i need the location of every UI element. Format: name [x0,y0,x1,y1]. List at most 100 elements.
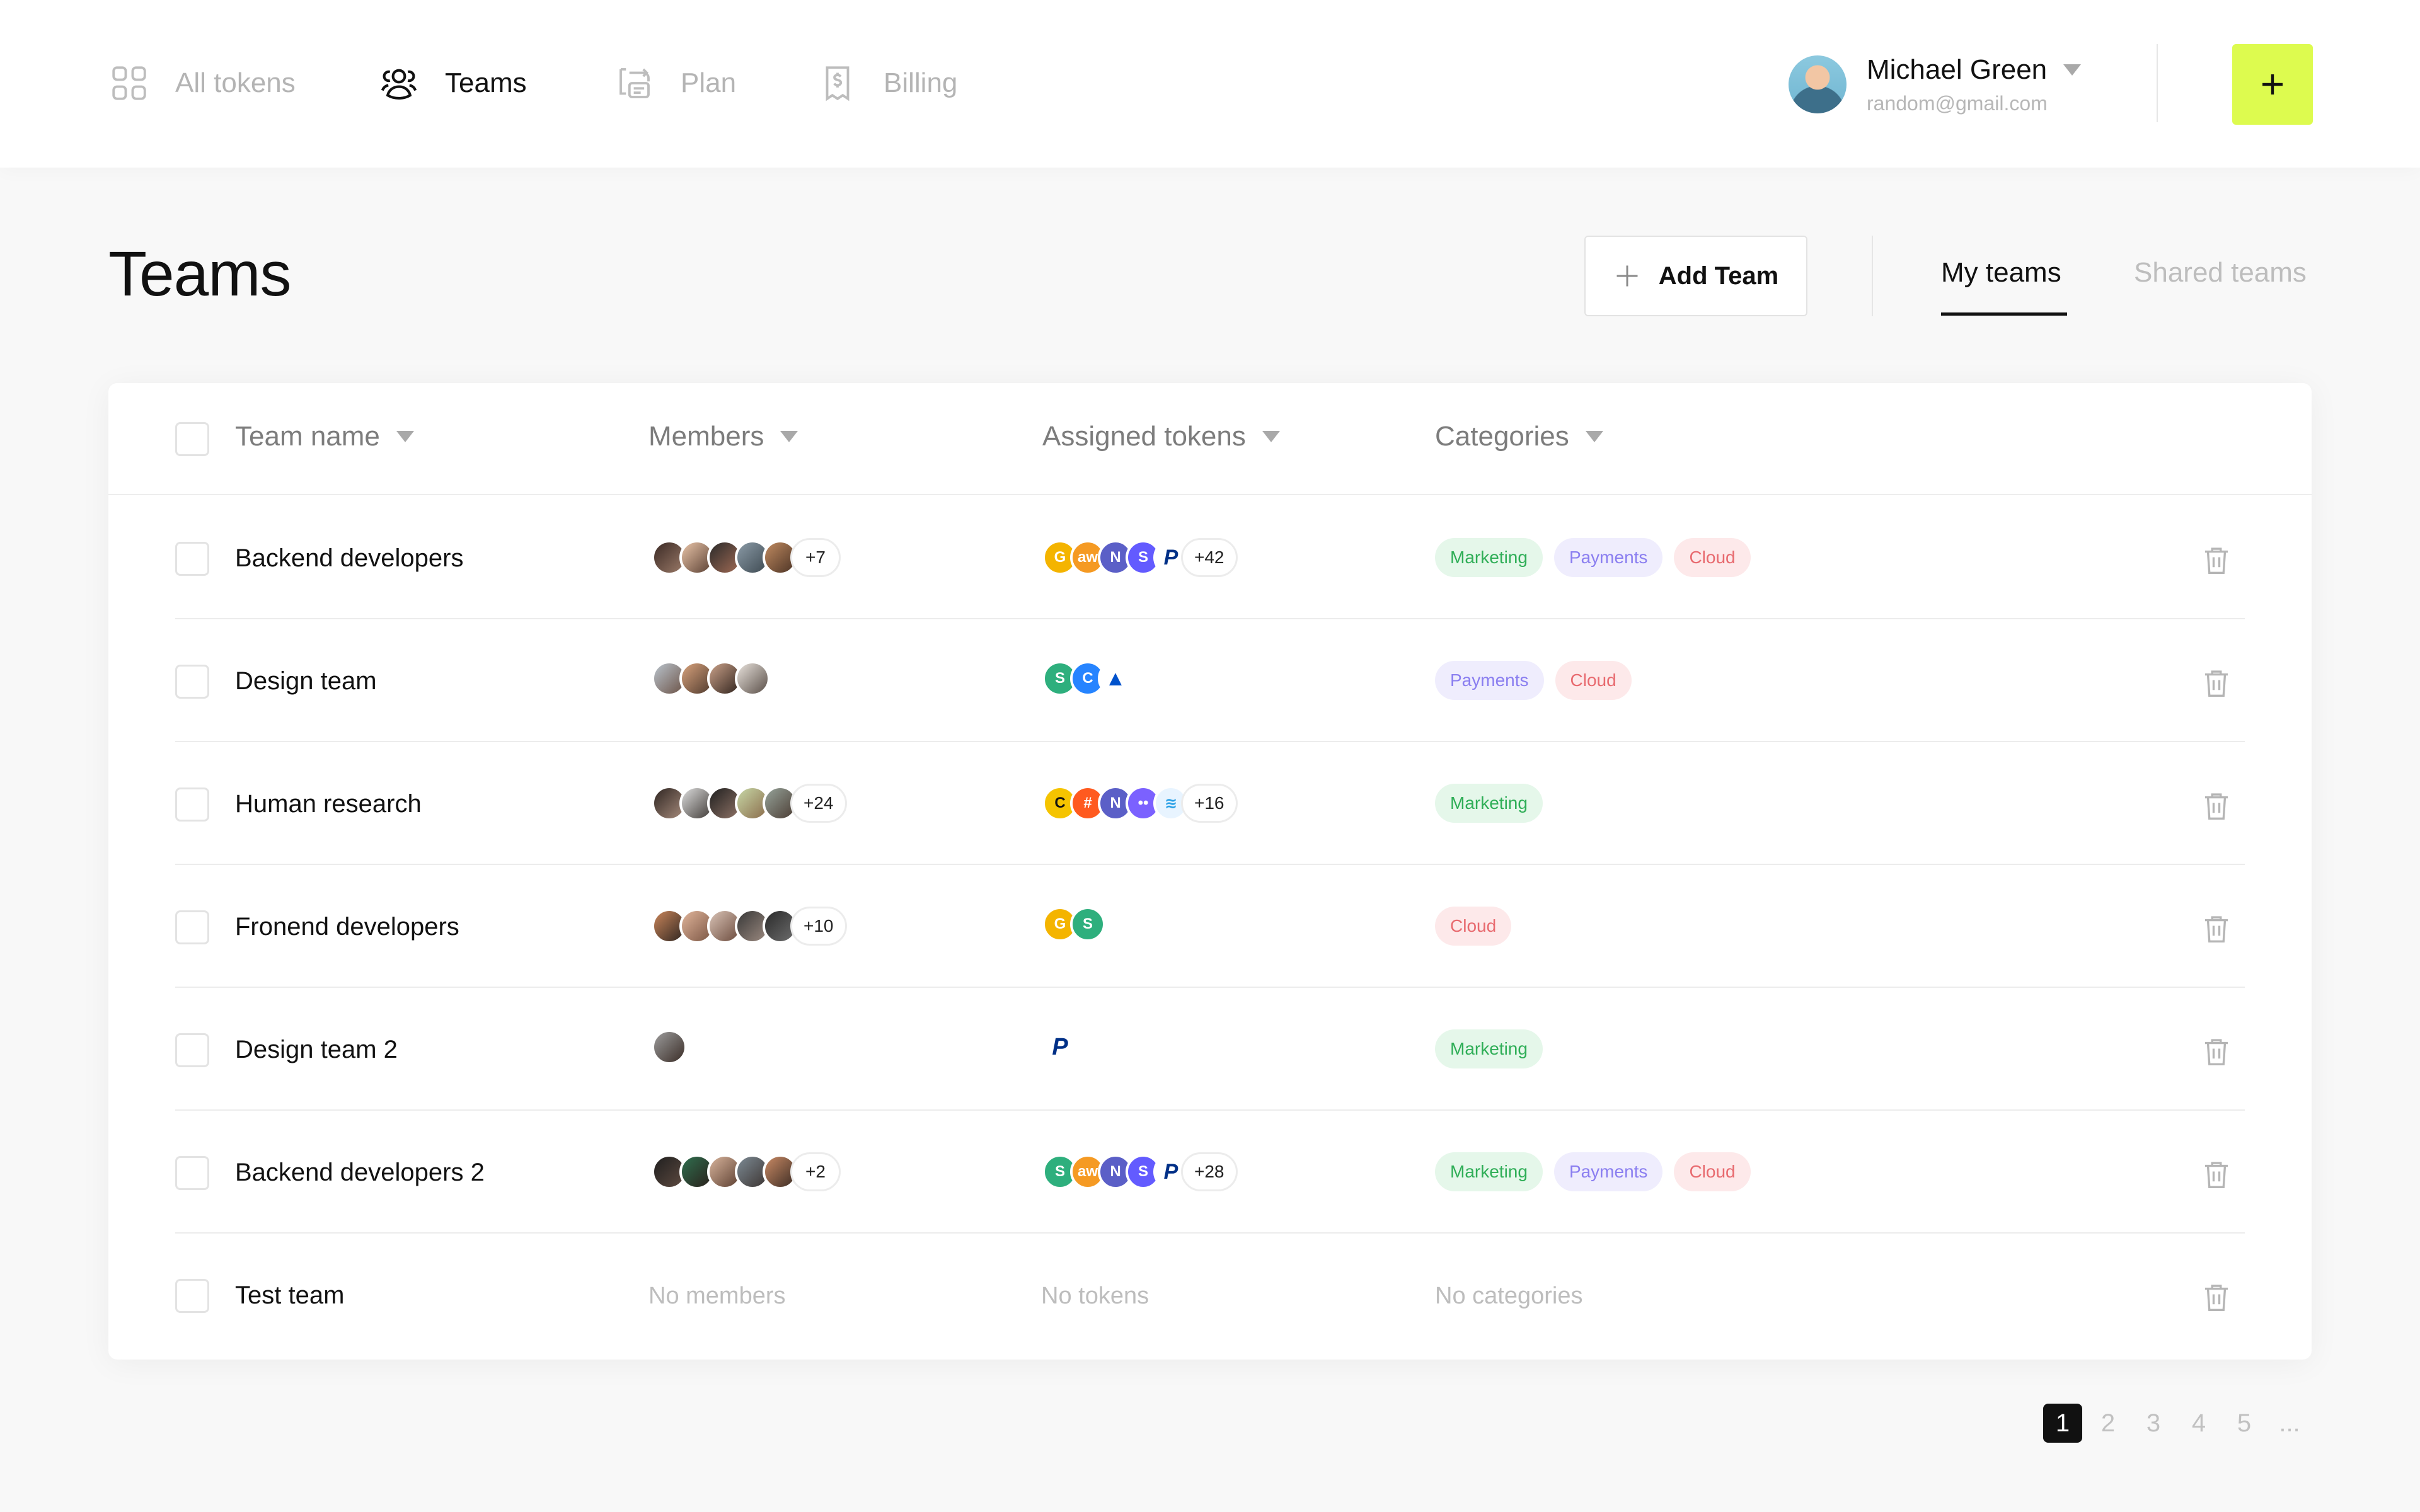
column-team-name[interactable]: Team name [235,421,414,452]
column-members[interactable]: Members [648,421,798,452]
page-3-button[interactable]: 3 [2134,1404,2173,1443]
nav-item-plan[interactable]: Plan [614,60,736,106]
row-checkbox[interactable] [175,910,209,944]
nav-label: Teams [445,67,527,98]
page-1-button[interactable]: 1 [2043,1404,2082,1443]
pagination: 1 2 3 4 5 ... [2043,1404,2309,1443]
category-tags: Payments Cloud [1435,661,1632,700]
user-menu[interactable]: Michael Green random@gmail.com [1789,54,2082,115]
team-name: Fronend developers [235,913,459,941]
row-checkbox[interactable] [175,1033,209,1067]
table-row[interactable]: Fronend developers +10 G S Cloud [108,865,2312,988]
table-row[interactable]: Backend developers +7 G aw N S P +42 Mar… [108,496,2312,619]
select-all-checkbox[interactable] [175,422,209,456]
team-name: Backend developers [235,544,464,572]
plus-icon [2262,74,2283,94]
nav-item-all-tokens[interactable]: All tokens [108,60,296,106]
members-more-count[interactable]: +7 [790,538,841,577]
team-name: Human research [235,790,422,818]
tag-marketing: Marketing [1435,538,1543,577]
chevron-down-icon [2063,64,2082,76]
trash-icon[interactable] [2199,1280,2233,1314]
trash-icon[interactable] [2199,789,2233,823]
create-button[interactable] [2232,44,2313,125]
members-more-count[interactable]: +10 [790,907,847,946]
page-2-button[interactable]: 2 [2089,1404,2128,1443]
trash-icon[interactable] [2199,1034,2233,1068]
teams-table: Team name Members Assigned tokens Catego… [108,383,2312,1360]
page-4-button[interactable]: 4 [2179,1404,2218,1443]
table-row[interactable]: Design team 2 P Marketing [108,988,2312,1111]
column-label: Assigned tokens [1042,421,1246,452]
member-avatars[interactable] [652,1029,687,1065]
member-avatars[interactable]: +7 [652,538,841,577]
trash-icon[interactable] [2199,543,2233,577]
tag-cloud: Cloud [1674,538,1751,577]
tab-shared-teams[interactable]: Shared teams [2134,257,2307,289]
tokens-more-count[interactable]: +42 [1181,538,1238,577]
nav-item-billing[interactable]: Billing [817,60,957,106]
trash-icon[interactable] [2199,666,2233,700]
team-name: Design team 2 [235,1036,398,1063]
row-checkbox[interactable] [175,542,209,576]
user-email: random@gmail.com [1867,91,2048,115]
tag-payments: Payments [1553,1152,1663,1191]
table-row[interactable]: Design team S C ▲ Payments Cloud [108,619,2312,742]
row-checkbox[interactable] [175,1279,209,1313]
grid-icon [112,66,146,100]
member-avatars[interactable]: +10 [652,907,847,946]
table-row[interactable]: Test team No members No tokens No catego… [108,1234,2312,1356]
token-icons[interactable]: S aw N S P +28 [1042,1152,1238,1191]
nav-label: All tokens [175,67,296,98]
token-icons[interactable]: P [1042,1029,1078,1065]
tag-marketing: Marketing [1435,1152,1543,1191]
members-more-count[interactable]: +24 [790,784,847,823]
users-icon [381,69,417,100]
table-row[interactable]: Human research +24 C # N •• ≋ +16 Market… [108,742,2312,865]
user-name: Michael Green [1867,54,2048,85]
category-tags: Marketing [1435,784,1543,823]
column-categories[interactable]: Categories [1435,421,1603,452]
row-checkbox[interactable] [175,665,209,699]
nav-label: Billing [884,67,958,98]
column-label: Categories [1435,421,1569,452]
category-tags: Cloud [1435,907,1512,946]
tag-cloud: Cloud [1674,1152,1751,1191]
page-ellipsis[interactable]: ... [2270,1404,2309,1443]
category-tags: Marketing Payments Cloud [1435,1152,1751,1191]
team-name: Test team [235,1281,345,1309]
tag-payments: Payments [1553,538,1663,577]
trash-icon[interactable] [2199,912,2233,946]
table-row[interactable]: Backend developers 2 +2 S aw N S P +28 M… [108,1111,2312,1234]
member-avatars[interactable]: +2 [652,1152,841,1191]
row-checkbox[interactable] [175,788,209,822]
avatar [652,1029,687,1065]
token-icons[interactable]: S C ▲ [1042,661,1133,696]
token-icons[interactable]: G aw N S P +42 [1042,538,1238,577]
add-team-button[interactable]: Add Team [1584,236,1807,316]
tokens-more-count[interactable]: +16 [1181,784,1238,823]
token-icon: S [1070,907,1105,942]
category-tags: Marketing [1435,1029,1543,1068]
tag-marketing: Marketing [1435,784,1543,823]
token-icons[interactable]: G S [1042,907,1105,942]
column-assigned-tokens[interactable]: Assigned tokens [1042,421,1280,452]
column-label: Team name [235,421,380,452]
tokens-more-count[interactable]: +28 [1181,1152,1238,1191]
tab-my-teams[interactable]: My teams [1941,257,2061,289]
tag-cloud: Cloud [1555,661,1632,700]
nav-item-teams[interactable]: Teams [378,60,527,106]
token-icons[interactable]: C # N •• ≋ +16 [1042,784,1238,823]
top-navigation-bar: All tokens Teams Plan Billing Michael Gr… [0,0,2420,168]
paypal-icon: P [1042,1029,1078,1065]
member-avatars[interactable]: +24 [652,784,847,823]
plan-icon [619,68,650,98]
column-label: Members [648,421,764,452]
row-checkbox[interactable] [175,1156,209,1190]
page-5-button[interactable]: 5 [2225,1404,2264,1443]
sort-icon [1585,431,1603,442]
trash-icon[interactable] [2199,1157,2233,1191]
member-avatars[interactable] [652,661,770,696]
members-more-count[interactable]: +2 [790,1152,841,1191]
sort-icon [1262,431,1280,442]
